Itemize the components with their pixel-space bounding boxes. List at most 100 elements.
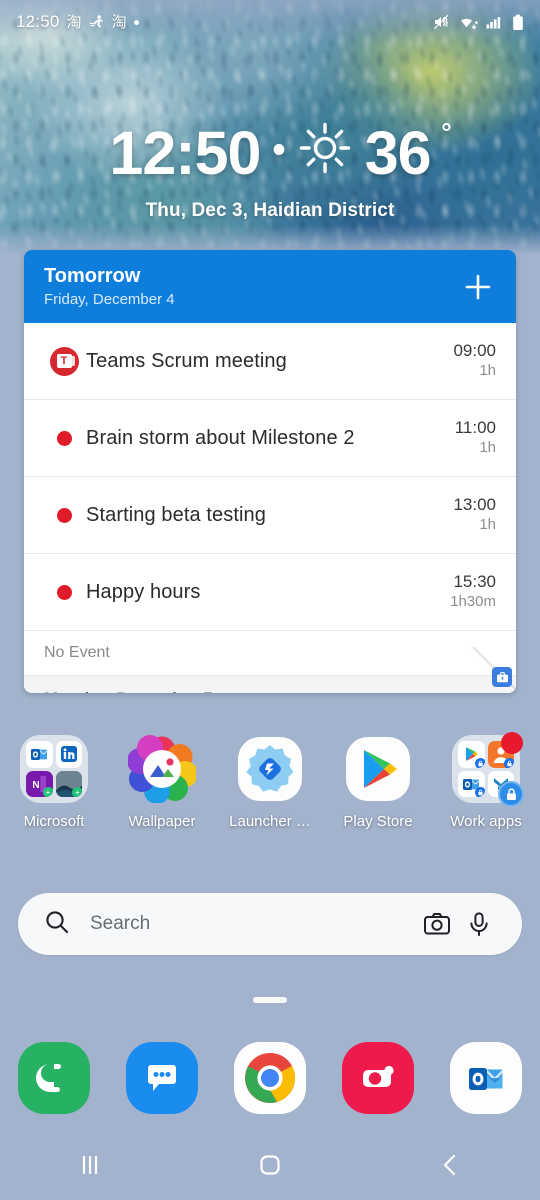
dock-item-chrome[interactable] [216,1042,324,1114]
app-grid[interactable]: N + + Microsoft Wallpaper Launcher … Pla… [0,732,540,845]
search-bar[interactable]: Search [18,893,522,955]
event-icon-cell [42,507,86,523]
recents-icon [75,1152,105,1183]
notification-glyph-runner-icon[interactable] [89,14,105,30]
page-indicator[interactable] [0,997,540,1003]
notification-dot-icon [133,19,139,25]
install-badge-icon: + [72,787,82,797]
work-apps-folder-icon [452,732,524,807]
app-folder-microsoft[interactable]: N + + Microsoft [0,735,108,845]
lock-badge-icon [504,757,514,768]
app-label: Microsoft [23,813,85,830]
table-row[interactable]: Happy hours 15:30 1h30m [24,554,516,631]
microsoft-folder-icon: N + + [20,735,88,803]
event-dot-icon [56,430,72,446]
search-input[interactable]: Search [90,913,416,935]
outlook-icon [450,1042,522,1114]
event-duration: 1h [479,439,496,457]
play-store-icon [458,741,485,768]
event-start-time: 13:00 [453,495,496,515]
event-duration: 1h [479,362,496,380]
teams-icon: T [49,346,79,376]
event-icon-cell [42,584,86,600]
app-label: Play Store [343,813,413,830]
onenote-icon: N + [26,770,53,797]
plus-icon [465,274,491,299]
dock-item-camera[interactable] [324,1042,432,1114]
home-button[interactable] [180,1151,360,1184]
dock-item-messages[interactable] [108,1042,216,1114]
event-start-time: 15:30 [453,572,496,592]
status-bar-left: 12:50 淘 淘 [16,12,139,32]
chrome-icon [234,1042,306,1114]
app-launcher-settings[interactable]: Launcher … [216,735,324,845]
folder-preview-grid: N + + [20,735,88,803]
event-icon-cell: T [42,346,86,376]
status-bar-right [433,14,524,31]
calendar-widget[interactable]: Tomorrow Friday, December 4 T Teams Scru… [24,250,516,693]
add-event-button[interactable] [458,267,498,307]
app-folder-work-apps[interactable]: Work apps [432,732,540,845]
page-indicator-dot-1[interactable] [253,997,287,1003]
app-play-store[interactable]: Play Store [324,735,432,845]
camera-icon [342,1042,414,1114]
camera-lens-icon[interactable] [416,903,458,945]
search-icon [44,909,70,940]
event-duration: 1h [479,516,496,534]
event-dot-icon [56,507,72,523]
no-event-label: No Event [24,631,516,676]
event-title: Teams Scrum meeting [86,349,287,372]
event-title: Happy hours [86,580,201,603]
work-briefcase-icon [492,667,512,687]
linkedin-icon [55,741,82,768]
event-icon-cell [42,430,86,446]
event-time-cell: 13:00 1h [453,495,496,535]
outlook-icon [26,741,53,768]
outlook-icon [458,770,485,797]
notification-glyph-taobao-1[interactable]: 淘 [67,15,82,30]
back-icon [436,1151,464,1184]
lock-badge-icon [474,757,485,768]
status-bar-clock: 12:50 [16,12,60,31]
svg-text:N: N [33,780,40,791]
wallpaper-icon [127,735,198,804]
event-dot-icon [56,584,72,600]
event-start-time: 11:00 [454,418,496,438]
dock[interactable] [0,1038,540,1118]
battery-icon [512,14,524,31]
phone-icon [18,1042,90,1114]
messages-icon [126,1042,198,1114]
calendar-day-subtitle: Friday, December 4 [44,291,175,308]
photo-app-icon: + [55,770,82,797]
back-button[interactable] [360,1151,540,1184]
event-time-cell: 15:30 1h30m [450,572,496,612]
lock-badge-icon [474,787,485,797]
next-day-header[interactable]: Monday, December 7 [24,676,516,693]
event-title: Brain storm about Milestone 2 [86,426,355,449]
notification-badge-icon [501,732,523,754]
app-label: Launcher … [229,813,311,830]
calendar-event-list[interactable]: T Teams Scrum meeting 09:00 1h Brain sto… [24,323,516,693]
microphone-icon[interactable] [458,903,500,945]
calendar-day-title: Tomorrow [44,265,141,287]
event-duration: 1h30m [450,593,496,611]
app-label: Wallpaper [128,813,196,830]
event-time-cell: 09:00 1h [453,341,496,381]
dock-item-outlook[interactable] [432,1042,540,1114]
install-badge-icon: + [42,787,53,797]
table-row[interactable]: T Teams Scrum meeting 09:00 1h [24,323,516,400]
launcher-settings-icon [236,735,304,803]
recents-button[interactable] [0,1152,180,1183]
app-wallpaper[interactable]: Wallpaper [108,735,216,845]
navigation-bar[interactable] [0,1135,540,1200]
play-store-icon [344,735,412,803]
cellular-signal-icon [486,14,504,30]
dock-item-phone[interactable] [0,1042,108,1114]
status-bar[interactable]: 12:50 淘 淘 [0,0,540,44]
calendar-header-text: Tomorrow Friday, December 4 [44,265,458,308]
notification-glyph-taobao-2[interactable]: 淘 [112,15,127,30]
table-row[interactable]: Starting beta testing 13:00 1h [24,477,516,554]
calendar-widget-header[interactable]: Tomorrow Friday, December 4 [24,250,516,323]
event-title: Starting beta testing [86,503,266,526]
table-row[interactable]: Brain storm about Milestone 2 11:00 1h [24,400,516,477]
